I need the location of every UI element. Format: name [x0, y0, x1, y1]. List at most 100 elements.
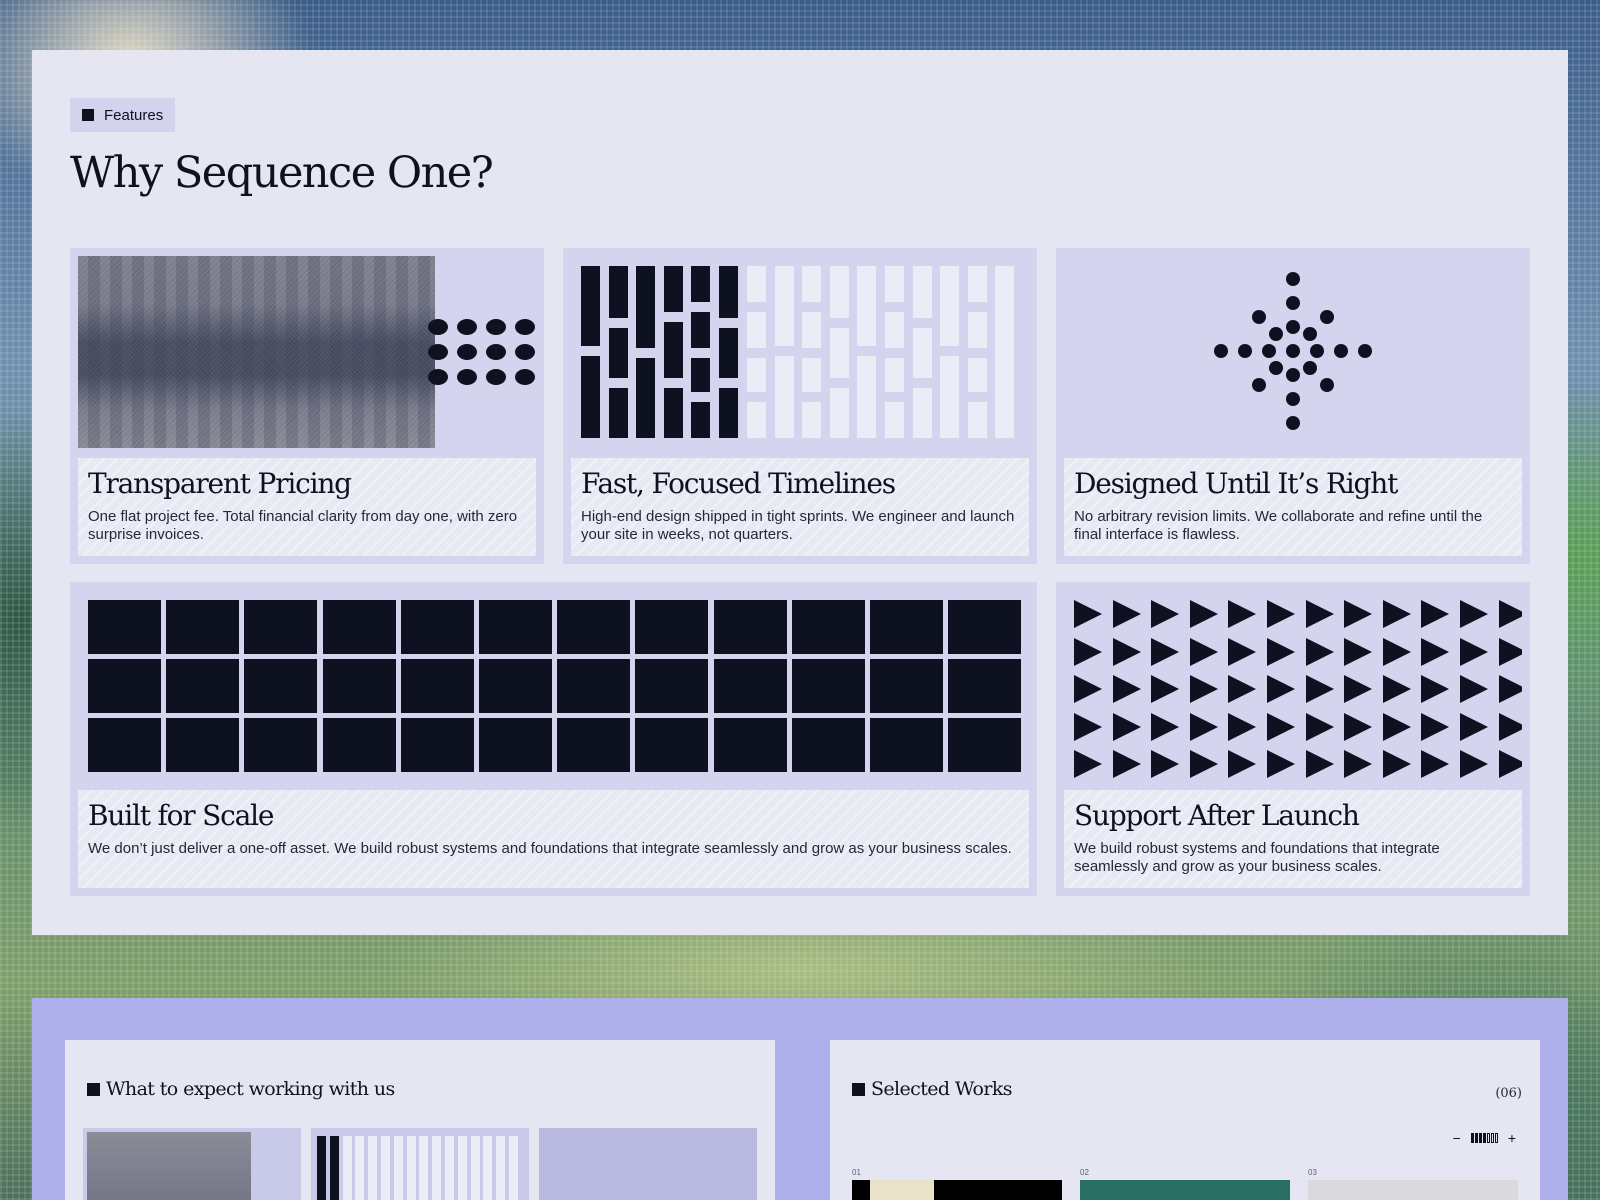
work-number: 03	[1308, 1168, 1317, 1177]
play-triangle-icon	[1305, 637, 1334, 666]
bar-mark	[885, 402, 904, 438]
dot-mark	[515, 369, 535, 385]
feature-card-title: Built for Scale	[88, 799, 274, 832]
zoom-in-button[interactable]: +	[1508, 1130, 1516, 1146]
play-triangle-icon	[1344, 750, 1373, 778]
dot-mark	[1286, 296, 1300, 310]
grid-square	[713, 600, 787, 654]
grid-square	[791, 659, 865, 713]
grid-square	[635, 718, 709, 772]
grid-square	[791, 718, 865, 772]
grid-square	[400, 600, 474, 654]
play-triangle-icon	[1112, 712, 1141, 741]
bar-mark	[995, 266, 1015, 438]
dot-mark	[515, 319, 535, 335]
play-triangle-icon	[1228, 750, 1257, 778]
bar-mark	[355, 1136, 365, 1200]
triangles-visual	[1064, 590, 1522, 784]
dot-mark	[1252, 377, 1267, 392]
play-triangle-icon	[1344, 637, 1373, 666]
feature-card-scale: Built for Scale We don’t just deliver a …	[70, 582, 1037, 896]
expect-heading: What to expect working with us	[87, 1078, 395, 1100]
feature-card-designed: Designed Until It’s Right No arbitrary r…	[1056, 248, 1530, 564]
bar-mark	[581, 266, 600, 346]
grid-square	[948, 600, 1022, 654]
bar-mark	[691, 266, 711, 302]
bar-mark	[857, 356, 877, 438]
play-triangle-icon	[1189, 712, 1218, 741]
play-triangle-icon	[1382, 750, 1411, 778]
bar-mark	[457, 1136, 467, 1200]
grid-square	[870, 718, 943, 772]
grid-square	[244, 600, 318, 654]
dot-mark	[1269, 327, 1284, 342]
play-triangle-icon	[1498, 637, 1522, 666]
dot-mark	[457, 319, 477, 335]
dot-mark	[1286, 368, 1300, 382]
play-triangle-icon	[1382, 637, 1411, 666]
play-triangle-icon	[1228, 712, 1257, 741]
bar-mark	[885, 358, 904, 392]
grid-square	[870, 600, 943, 654]
feature-card-description: We build robust systems and foundations …	[1074, 840, 1440, 875]
features-tag: Features	[70, 98, 176, 132]
bar-mark	[802, 266, 822, 302]
grid-square	[479, 718, 552, 772]
bar-mark	[802, 358, 822, 392]
works-count: (06)	[1495, 1086, 1522, 1101]
bar-mark	[368, 1136, 378, 1200]
play-triangle-icon	[1228, 600, 1257, 628]
play-triangle-icon	[1074, 637, 1102, 666]
bar-mark	[967, 402, 987, 438]
bar-mark	[912, 266, 932, 318]
timelines-visual	[571, 256, 1029, 448]
work-thumb-03[interactable]	[1308, 1180, 1518, 1200]
grid-square	[166, 718, 240, 772]
dot-mark	[1262, 344, 1276, 358]
play-triangle-icon	[1074, 600, 1102, 628]
bar-mark	[509, 1136, 518, 1200]
play-triangle-icon	[1189, 675, 1218, 703]
grid-square	[322, 718, 396, 772]
play-triangle-icon	[1189, 750, 1218, 778]
play-triangle-icon	[1267, 675, 1295, 703]
bar-mark	[940, 266, 960, 346]
dot-mark	[1286, 416, 1300, 430]
grid-square	[557, 718, 631, 772]
dot-mark	[1269, 360, 1284, 375]
feature-card-title: Fast, Focused Timelines	[581, 467, 896, 500]
noise-image	[87, 1132, 251, 1200]
grid-square	[166, 600, 240, 654]
play-triangle-icon	[1498, 600, 1522, 628]
dot-mark	[457, 344, 477, 360]
play-triangle-icon	[1421, 712, 1450, 741]
grid-square	[557, 659, 631, 713]
dot-mark	[1238, 344, 1252, 358]
feature-card-text: Designed Until It’s Right No arbitrary r…	[1064, 458, 1522, 556]
grid-square	[244, 659, 318, 713]
bar-mark	[608, 388, 628, 438]
play-triangle-icon	[1151, 637, 1180, 666]
grid-square	[88, 600, 161, 654]
zoom-out-button[interactable]: −	[1453, 1130, 1461, 1146]
play-triangle-icon	[1267, 600, 1295, 628]
play-triangle-icon	[1421, 675, 1450, 703]
grid-square	[166, 659, 240, 713]
play-triangle-icon	[1421, 750, 1450, 778]
works-heading: Selected Works	[852, 1078, 1013, 1100]
work-thumb-02[interactable]	[1080, 1180, 1290, 1200]
work-thumb-card	[870, 1180, 934, 1200]
zoom-control: − +	[1453, 1130, 1516, 1146]
dot-mark	[1214, 344, 1228, 358]
work-thumb-01[interactable]	[852, 1180, 1062, 1200]
bar-mark	[829, 388, 849, 438]
grid-square	[479, 659, 552, 713]
zoom-level-indicator[interactable]	[1470, 1133, 1498, 1143]
feature-card-description: No arbitrary revision limits. We collabo…	[1074, 508, 1483, 543]
bar-mark	[663, 322, 683, 378]
play-triangle-icon	[1498, 712, 1522, 741]
dot-mark	[428, 319, 448, 335]
bar-mark	[663, 388, 683, 438]
play-triangle-icon	[1151, 675, 1180, 703]
play-triangle-icon	[1382, 712, 1411, 741]
